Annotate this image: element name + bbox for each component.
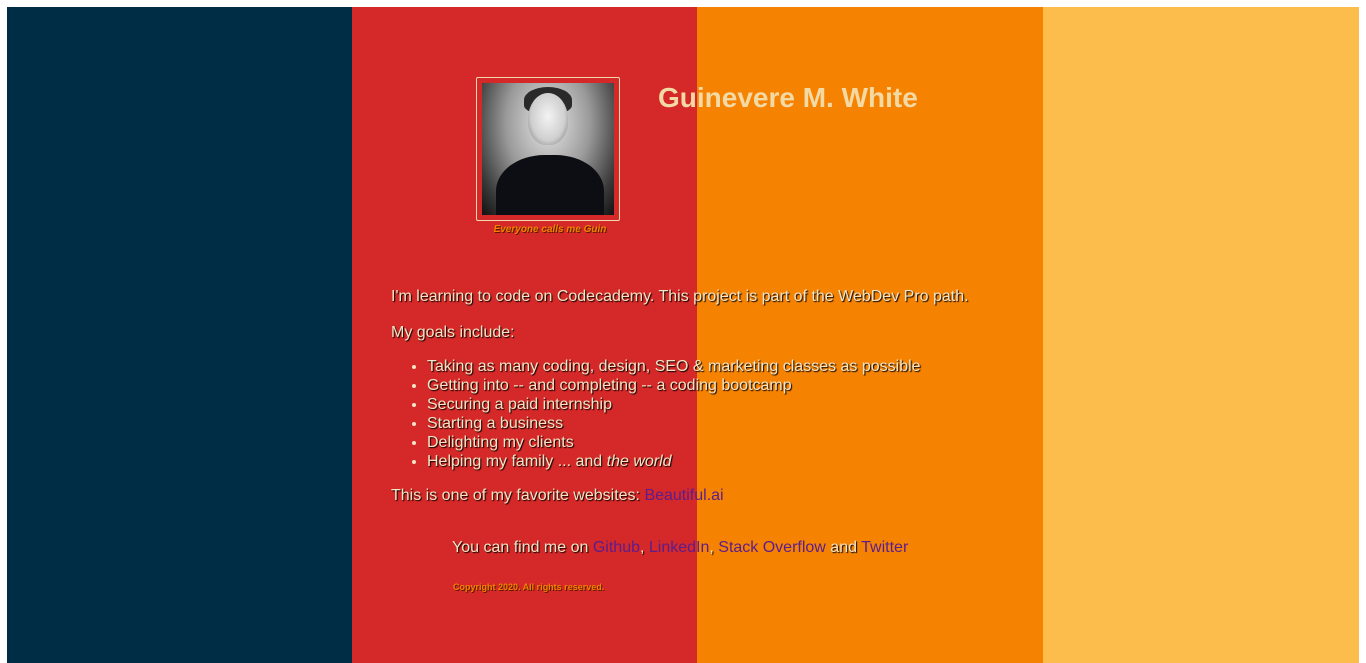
list-item: Securing a paid internship [427,395,1011,414]
profile-photo-frame [476,77,620,221]
profile-photo [482,83,614,215]
goal-last-emphasis: the world [606,453,672,470]
goals-list: Taking as many coding, design, SEO & mar… [391,357,1011,471]
goal-last-prefix: Helping my family ... and [427,453,607,470]
github-link[interactable]: Github [593,539,640,556]
photo-figure-body [496,155,604,215]
copyright-notice: Copyright 2020. All rights reserved. [453,582,605,592]
social-links: You can find me on Github, LinkedIn, Sta… [452,539,908,557]
favorite-text: This is one of my favorite websites: [391,487,645,504]
list-item: Delighting my clients [427,433,1011,452]
linkedin-link[interactable]: LinkedIn [649,539,710,556]
list-item: Starting a business [427,414,1011,433]
list-item: Helping my family ... and the world [427,452,1011,471]
twitter-link[interactable]: Twitter [861,539,908,556]
list-item: Getting into -- and completing -- a codi… [427,376,1011,395]
conjunction: and [825,539,862,556]
intro-text: I'm learning to code on Codecademy. This… [391,288,969,305]
goals-label: My goals include: [391,324,515,341]
favorite-website-line: This is one of my favorite websites: Bea… [391,486,1011,505]
beautiful-ai-link[interactable]: Beautiful.ai [644,487,723,504]
separator: , [639,539,649,556]
list-item: Taking as many coding, design, SEO & mar… [427,357,1011,376]
photo-caption: Everyone calls me Guin [493,224,607,235]
page-title: Guinevere M. White [658,82,918,113]
about-section: I'm learning to code on Codecademy. This… [391,287,1011,505]
stack-overflow-link[interactable]: Stack Overflow [718,539,826,556]
find-me-prefix: You can find me on [452,539,593,556]
page-content: Everyone calls me Guin Guinevere M. Whit… [0,0,1366,663]
photo-figure-head [528,93,568,145]
separator: , [709,539,719,556]
